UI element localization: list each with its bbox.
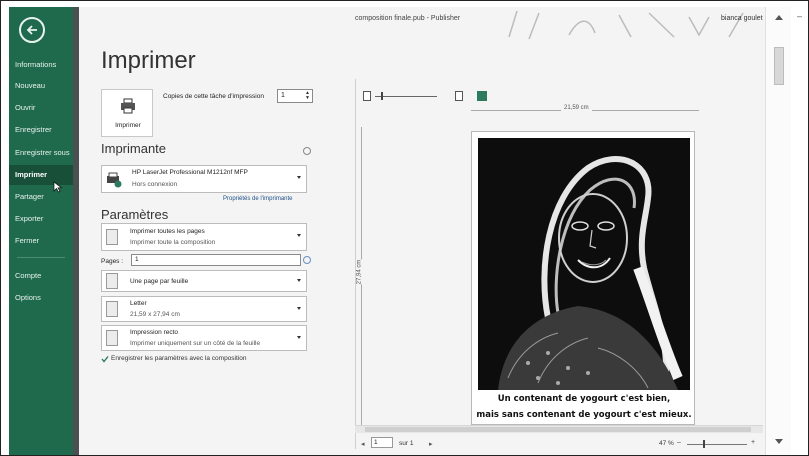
vertical-scroll-thumb[interactable]	[774, 47, 784, 85]
print-range-title: Imprimer toutes les pages	[130, 228, 205, 235]
nav-item-enregistrer[interactable]: Enregistrer	[9, 120, 73, 140]
pages-info-icon[interactable]	[303, 256, 311, 264]
copies-value: 1	[281, 92, 285, 99]
multi-page-view-icon[interactable]	[455, 91, 463, 101]
print-range-subtitle: Imprimer toute la composition	[130, 239, 216, 246]
copies-spinner-icon[interactable]: ▲ ▼	[305, 91, 310, 101]
printer-select[interactable]: HP LaserJet Professional M1212nf MFP Hor…	[101, 165, 307, 193]
account-user-name[interactable]: bianca goulet	[721, 15, 763, 22]
pages-input[interactable]: 1	[131, 254, 301, 266]
nav-item-fermer[interactable]: Fermer	[9, 231, 73, 251]
backstage-nav: Informations Nouveau Ouvrir Enregistrer …	[9, 7, 73, 455]
pages-per-sheet-title: Une page par feuille	[130, 278, 189, 285]
single-page-icon	[106, 273, 118, 289]
zoom-slider-thumb[interactable]	[703, 440, 705, 448]
printer-status-icon	[107, 172, 122, 188]
pages-icon	[106, 229, 118, 245]
print-sides-select[interactable]: Impression recto Imprimer uniquement sur…	[101, 325, 307, 351]
save-settings-checkbox[interactable]	[101, 355, 109, 363]
scroll-down-icon[interactable]	[775, 439, 783, 444]
print-sides-title: Impression recto	[130, 329, 179, 336]
horizontal-scroll-thumb[interactable]	[365, 427, 751, 432]
print-preview-page: Un contenant de yogourt c'est bien, mais…	[471, 131, 695, 425]
copies-input[interactable]: 1 ▲ ▼	[277, 89, 313, 103]
settings-heading: Paramètres	[101, 207, 169, 222]
paper-size-select[interactable]: Letter 21,59 x 27,94 cm	[101, 296, 307, 322]
background-sketch-illustration	[508, 10, 744, 40]
nav-item-options[interactable]: Options	[9, 288, 73, 308]
nav-item-compte[interactable]: Compte	[9, 266, 73, 286]
height-label: 27,94 cm	[356, 259, 363, 285]
chevron-down-icon	[297, 336, 301, 339]
paper-size-dimensions: 21,59 x 27,94 cm	[130, 311, 180, 318]
paper-size-title: Letter	[130, 300, 147, 307]
nav-item-nouveau[interactable]: Nouveau	[9, 76, 73, 96]
print-backstage: composition finale.pub - Publisher bianc…	[79, 7, 802, 455]
page-count: sur 1	[399, 440, 414, 447]
caption-line-1: Un contenant de yogourt c'est bien,	[497, 394, 671, 404]
page-title: Imprimer	[101, 47, 196, 74]
printer-info-icon[interactable]	[303, 147, 311, 155]
printer-icon	[121, 98, 135, 114]
single-page-view-icon[interactable]	[363, 91, 371, 101]
chevron-down-icon	[297, 307, 301, 310]
minimize-button[interactable]: –	[797, 11, 802, 21]
previous-page-icon[interactable]: ◂	[361, 440, 365, 448]
nav-item-informations[interactable]: Informations	[9, 55, 73, 75]
nav-item-partager[interactable]: Partager	[9, 187, 73, 207]
chevron-down-icon	[297, 176, 301, 179]
preview-horizontal-scrollbar[interactable]	[355, 425, 763, 433]
scroll-up-icon[interactable]	[775, 15, 783, 20]
copies-label: Copies de cette tâche d'impression	[163, 93, 264, 100]
nav-item-enregistrer-sous[interactable]: Enregistrer sous	[9, 143, 73, 163]
nav-separator	[17, 257, 65, 258]
printer-status: Hors connexion	[132, 181, 178, 188]
preview-status-bar: ◂ 1 sur 1 ▸ 47 % – +	[355, 437, 765, 451]
printer-heading: Imprimante	[101, 141, 167, 156]
zoom-out-icon[interactable]: –	[677, 439, 681, 446]
next-page-icon[interactable]: ▸	[429, 440, 433, 448]
arrow-left-icon	[26, 25, 37, 35]
caption-line-2: mais sans contenant de yogourt c'est mie…	[476, 410, 692, 420]
one-sided-icon	[106, 330, 118, 346]
fit-page-button[interactable]	[477, 91, 487, 101]
chevron-down-icon	[297, 279, 301, 282]
preview-zoom-thumb[interactable]	[381, 92, 383, 100]
print-button[interactable]: Imprimer	[101, 89, 153, 137]
save-settings-label: Enregistrer les paramètres avec la compo…	[111, 355, 247, 362]
nav-item-ouvrir[interactable]: Ouvrir	[9, 98, 73, 118]
print-button-label: Imprimer	[115, 122, 141, 129]
back-button[interactable]	[19, 17, 45, 43]
print-sides-subtitle: Imprimer uniquement sur un côté de la fe…	[130, 340, 261, 347]
pages-per-sheet-select[interactable]: Une page par feuille	[101, 270, 307, 292]
nav-item-imprimer[interactable]: Imprimer	[9, 165, 73, 185]
nav-item-exporter[interactable]: Exporter	[9, 209, 73, 229]
current-page-input[interactable]: 1	[371, 437, 393, 448]
zoom-in-icon[interactable]: +	[751, 439, 755, 446]
window-vertical-scrollbar[interactable]	[765, 7, 791, 455]
mouse-cursor-icon	[53, 181, 63, 193]
zoom-level: 47 %	[659, 440, 674, 447]
zoom-slider[interactable]	[687, 444, 747, 445]
publisher-window: Informations Nouveau Ouvrir Enregistrer …	[0, 0, 809, 456]
print-range-select[interactable]: Imprimer toutes les pages Imprimer toute…	[101, 223, 307, 251]
preview-zoom-track[interactable]	[375, 96, 437, 97]
pages-label: Pages :	[101, 258, 124, 265]
printer-properties-link[interactable]: Propriétés de l'imprimante	[223, 196, 293, 202]
window-title: composition finale.pub - Publisher	[355, 15, 461, 22]
width-label: 21,59 cm	[561, 105, 592, 111]
paper-icon	[106, 301, 118, 317]
chevron-down-icon	[297, 234, 301, 237]
printer-name: HP LaserJet Professional M1212nf MFP	[132, 169, 248, 176]
portrait-artwork-image	[478, 138, 690, 390]
